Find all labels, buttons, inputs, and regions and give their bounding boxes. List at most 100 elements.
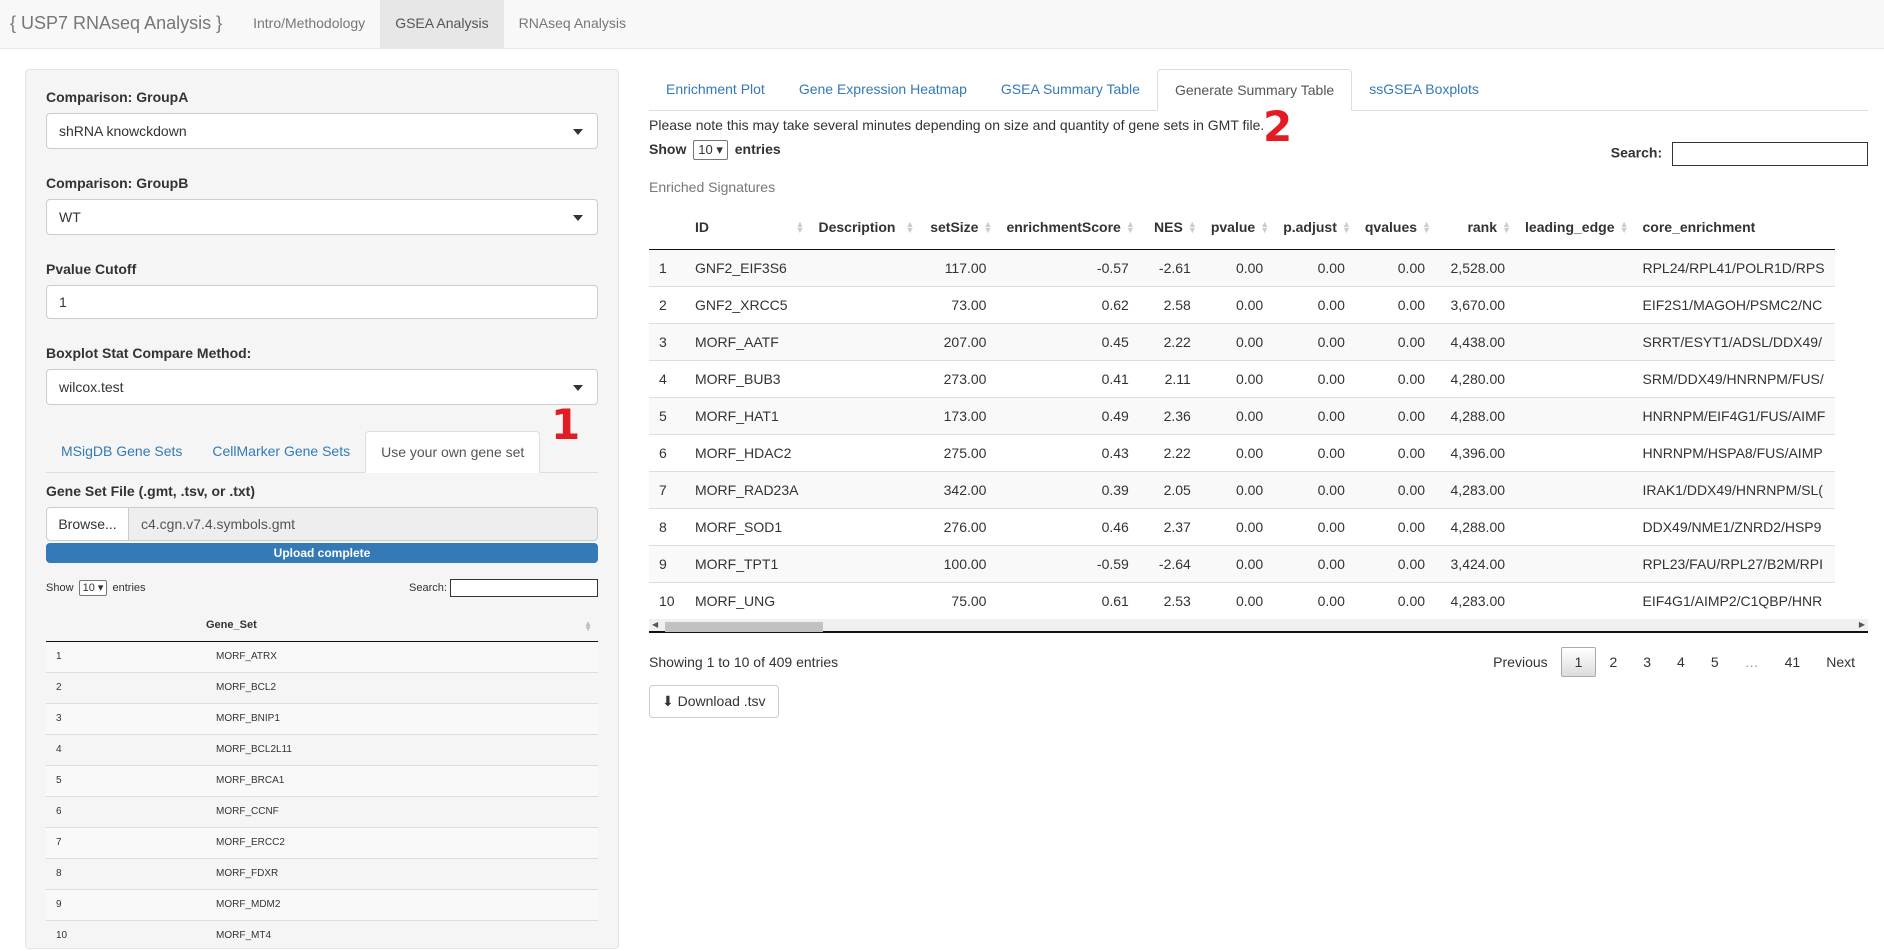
table-cell-leading-edge [1515,285,1633,323]
column-header-leading-edge[interactable]: leading_edge ▲ ▼ [1515,205,1633,250]
gene-set-tabs: MSigDB Gene Sets CellMarker Gene Sets Us… [46,431,598,473]
table-cell-nes: 2.53 [1138,581,1201,619]
table-cell-enrichmentscore: 0.39 [996,470,1139,508]
table-row[interactable]: 8 MORF_FDXR [46,857,598,889]
table-row[interactable]: 1 GNF2_EIF3S6 117.00 -0.57 -2.61 0.00 0.00 0.00… [649,248,1836,286]
column-header-gene-set[interactable]: Gene_Set ▲ ▼ [206,609,598,642]
nav-tab-intro[interactable]: Intro/Methodology [238,0,380,48]
boxplot-method-select[interactable]: wilcox.test [46,369,598,405]
table-cell-index: 1 [649,248,685,286]
table-cell-leading-edge [1515,507,1633,545]
previous-page-button[interactable]: Previous [1480,648,1560,676]
column-header-qvalues[interactable]: qvalues ▲ ▼ [1354,205,1436,250]
column-header-id[interactable]: ID ▲ ▼ [685,205,809,250]
table-row[interactable]: 3 MORF_AATF 207.00 0.45 2.22 0.00 0.00 0.00 4,43… [649,322,1836,360]
next-page-button[interactable]: Next [1813,648,1868,676]
column-header-setsize[interactable]: setSize ▲ ▼ [918,205,997,250]
column-header-description[interactable]: Description ▲ ▼ [808,205,919,250]
column-header-p-adjust[interactable]: p.adjust ▲ ▼ [1273,205,1355,250]
scroll-right-icon[interactable]: ▶ [1859,620,1865,629]
column-header-index[interactable] [649,205,685,250]
column-header-label: p.adjust [1283,218,1337,235]
column-header-rank[interactable]: rank ▲ ▼ [1435,205,1516,250]
sort-icon: ▲ ▼ [1125,219,1135,235]
scroll-left-icon[interactable]: ◀ [652,620,658,629]
table-cell-description [808,433,919,471]
tab-gene-expression-heatmap[interactable]: Gene Expression Heatmap [782,69,984,110]
sort-icon: ▲ ▼ [1619,219,1629,235]
tab-ssgsea-boxplots[interactable]: ssGSEA Boxplots [1352,69,1496,110]
boxplot-method-value: wilcox.test [59,379,124,395]
tab-cellmarker[interactable]: CellMarker Gene Sets [197,431,365,472]
table-cell-index: 3 [649,322,685,360]
table-row[interactable]: 5 MORF_BRCA1 [46,764,598,796]
column-header-pvalue[interactable]: pvalue ▲ ▼ [1200,205,1274,250]
small-entries-select[interactable]: 10 ▾ [78,580,108,596]
gene-set-name: MORF_MT4 [206,919,598,951]
table-row[interactable]: 6 MORF_CCNF [46,795,598,827]
table-cell-leading-edge [1515,248,1633,286]
horizontal-scrollbar[interactable]: ◀ ▶ [649,619,1868,633]
groupA-select[interactable]: shRNA knowckdown [46,113,598,149]
page-button-4[interactable]: 4 [1664,648,1698,676]
file-name-field[interactable]: c4.cgn.v7.4.symbols.gmt [129,507,598,541]
table-row[interactable]: 6 MORF_HDAC2 275.00 0.43 2.22 0.00 0.00 0.00 4,3… [649,433,1836,471]
tab-enrichment-plot[interactable]: Enrichment Plot [649,69,782,110]
tab-gsea-summary-table[interactable]: GSEA Summary Table [984,69,1157,110]
page-button-41[interactable]: 41 [1772,648,1814,676]
table-cell-description [808,248,919,286]
table-row[interactable]: 7 MORF_RAD23A 342.00 0.39 2.05 0.00 0.00 0.00 4,… [649,470,1836,508]
table-row[interactable]: 9 MORF_TPT1 100.00 -0.59 -2.64 0.00 0.00 0.00 3,… [649,544,1836,582]
tab-msigdb[interactable]: MSigDB Gene Sets [46,431,197,472]
table-cell-rank: 3,424.00 [1435,544,1516,582]
table-row[interactable]: 2 GNF2_XRCC5 73.00 0.62 2.58 0.00 0.00 0.00 3,67… [649,285,1836,323]
table-cell-id: MORF_TPT1 [685,544,809,582]
column-header-nes[interactable]: NES ▲ ▼ [1138,205,1201,250]
table-row[interactable]: 4 MORF_BCL2L11 [46,733,598,765]
table-row[interactable]: 2 MORF_BCL2 [46,671,598,703]
download-tsv-button[interactable]: ⬇ Download .tsv [649,685,779,718]
page-button-3[interactable]: 3 [1630,648,1664,676]
gmt-note: Please note this may take several minute… [649,117,1265,133]
groupB-select[interactable]: WT [46,199,598,235]
table-row[interactable]: 9 MORF_MDM2 [46,888,598,920]
column-header-label: Description [818,218,896,235]
scroll-thumb[interactable] [665,622,823,632]
table-row[interactable]: 8 MORF_SOD1 276.00 0.46 2.37 0.00 0.00 0.00 4,28… [649,507,1836,545]
search-input[interactable] [1672,142,1868,166]
page-button-1[interactable]: 1 [1560,647,1597,677]
download-icon: ⬇ [662,693,674,709]
table-row[interactable]: 4 MORF_BUB3 273.00 0.41 2.11 0.00 0.00 0.00 4,28… [649,359,1836,397]
table-row[interactable]: 3 MORF_BNIP1 [46,702,598,734]
table-row[interactable]: 10 MORF_UNG 75.00 0.61 2.53 0.00 0.00 0.00 4,283… [649,581,1836,619]
app-title[interactable]: { USP7 RNAseq Analysis } [0,0,232,48]
table-row[interactable]: 5 MORF_HAT1 173.00 0.49 2.36 0.00 0.00 0.00 4,28… [649,396,1836,434]
page-button-2[interactable]: 2 [1596,648,1630,676]
tab-generate-summary-table[interactable]: Generate Summary Table [1156,69,1353,111]
table-cell-enrichmentscore: -0.59 [996,544,1139,582]
table-controls: Show 10 ▾ entries Search: [649,135,1868,166]
main-panel: Enrichment Plot Gene Expression Heatmap … [649,69,1868,718]
gene-set-file-label: Gene Set File (.gmt, .tsv, or .txt) [46,483,255,499]
pvalue-input[interactable]: 1 [46,285,598,319]
table-cell-leading-edge [1515,359,1633,397]
table-row[interactable]: 7 MORF_ERCC2 [46,826,598,858]
small-search-input[interactable] [450,579,598,597]
nav-tab-rnaseq[interactable]: RNAseq Analysis [504,0,641,48]
page-button-5[interactable]: 5 [1698,648,1732,676]
column-header-enrichmentscore[interactable]: enrichmentScore ▲ ▼ [996,205,1139,250]
table-row[interactable]: 1 MORF_ATRX [46,640,598,672]
column-header-core-enrichment[interactable]: core_enrichment [1632,205,1836,250]
table-cell-nes: 2.11 [1138,359,1201,397]
table-cell-p-adjust: 0.00 [1273,507,1355,545]
column-header-label: enrichmentScore [1006,218,1121,235]
browse-button[interactable]: Browse... [46,507,129,541]
table-cell-pvalue: 0.00 [1200,507,1274,545]
nav-tab-gsea[interactable]: GSEA Analysis [380,0,504,48]
table-row[interactable]: 10 MORF_MT4 [46,919,598,951]
table-cell-nes: 2.37 [1138,507,1201,545]
tab-own-gene-set[interactable]: Use your own gene set [365,431,541,473]
entries-select[interactable]: 10 ▾ [693,140,728,160]
table-cell-core-enrichment: IRAK1/DDX49/HNRNPM/SL( [1632,470,1836,508]
table-cell-nes: -2.64 [1138,544,1201,582]
